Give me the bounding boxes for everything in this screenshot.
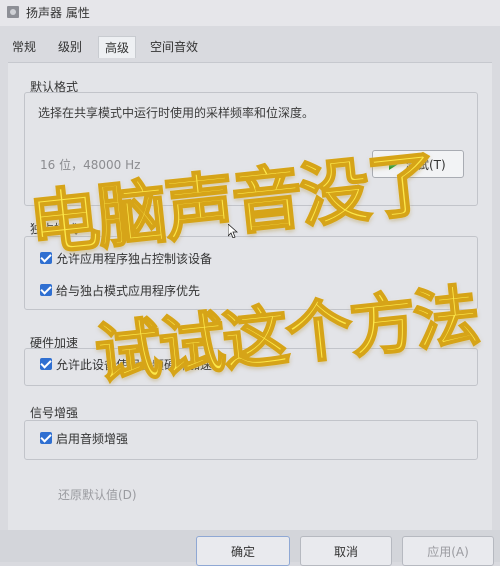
- checkbox-checked-icon: [40, 358, 52, 370]
- window-title: 扬声器 属性: [26, 6, 90, 20]
- checkbox-label: 启用音频增强: [56, 432, 129, 446]
- checkbox-checked-icon: [40, 432, 52, 444]
- speaker-icon: [7, 6, 19, 18]
- tab-bar: 常规 级别 高级 空间音效: [0, 34, 500, 60]
- default-format-description: 选择在共享模式中运行时使用的采样频率和位深度。: [38, 106, 315, 120]
- tab-general[interactable]: 常规: [12, 38, 36, 55]
- checkbox-checked-icon: [40, 284, 52, 296]
- signal-enhancement-heading: 信号增强: [30, 406, 79, 420]
- tab-advanced[interactable]: 高级: [98, 36, 137, 58]
- title-bar: 扬声器 属性: [0, 0, 500, 26]
- cancel-button-label: 取消: [333, 545, 358, 559]
- tab-spatial-sound[interactable]: 空间音效: [150, 38, 198, 55]
- restore-defaults-button[interactable]: 还原默认值(D): [58, 486, 137, 503]
- tab-levels[interactable]: 级别: [58, 38, 82, 55]
- ok-button-label: 确定: [230, 545, 255, 559]
- apply-button-label: 应用(A): [427, 545, 469, 559]
